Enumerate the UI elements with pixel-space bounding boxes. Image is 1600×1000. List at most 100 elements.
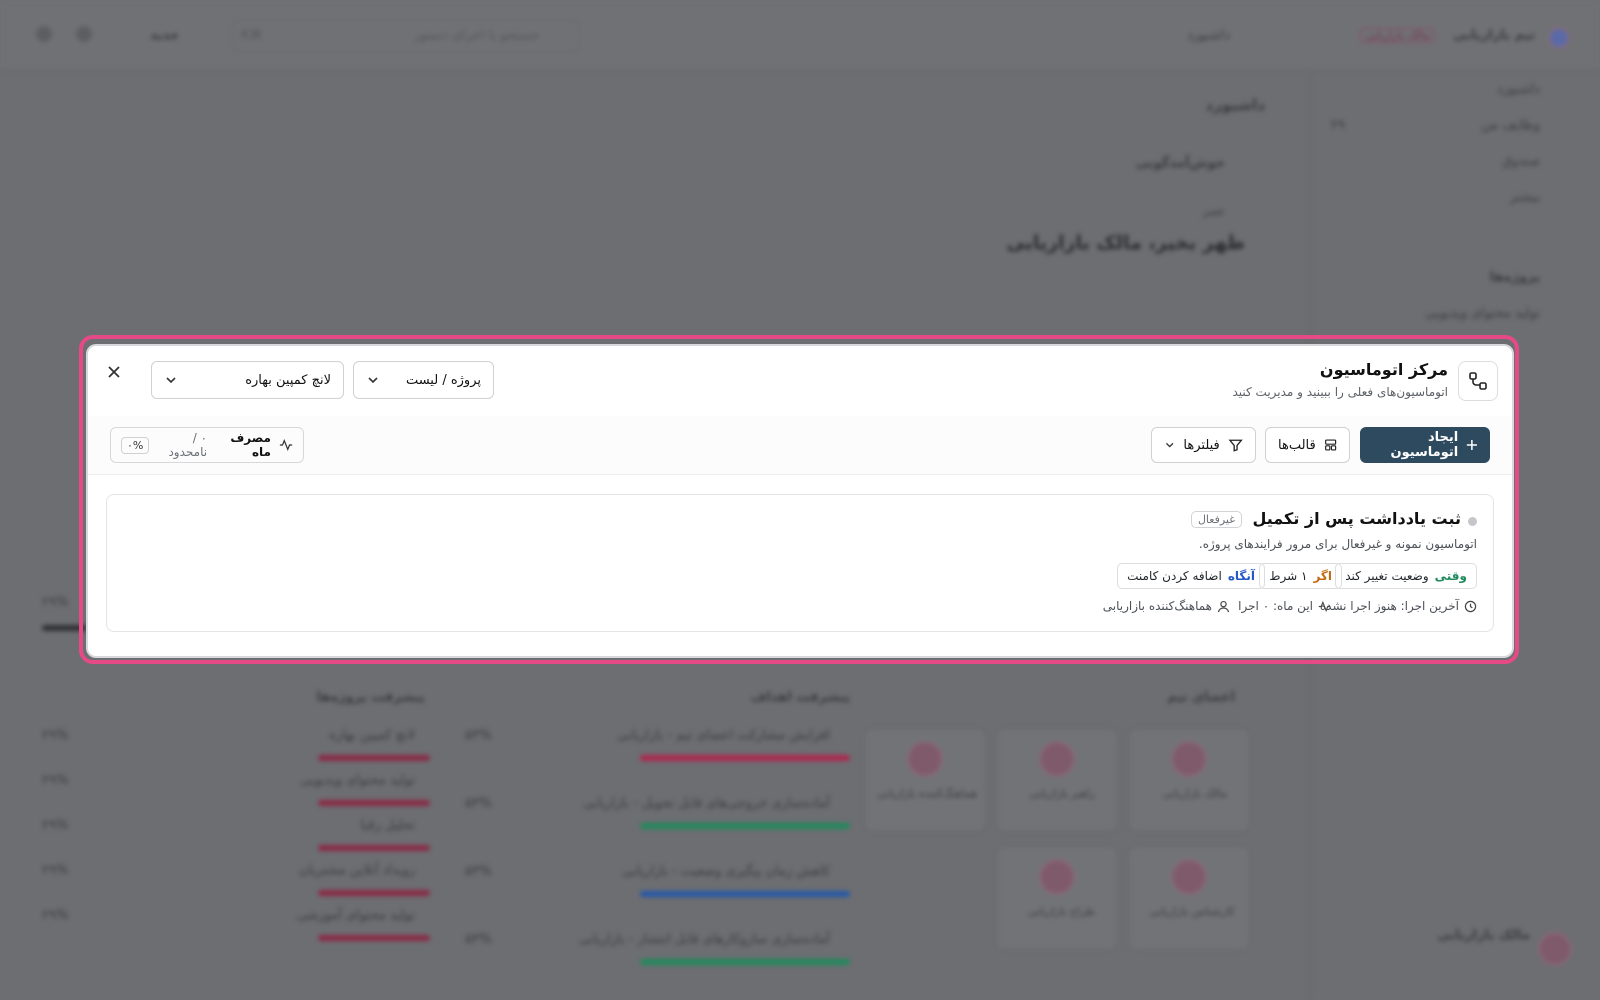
user-avatar[interactable] xyxy=(1538,932,1572,966)
member-card[interactable]: راهبر بازاریابی xyxy=(996,728,1118,832)
member-avatar xyxy=(1171,741,1207,777)
condition-chip: اگر ۱ شرط xyxy=(1259,563,1342,589)
close-button[interactable] xyxy=(102,360,126,384)
goal-percent: ۵۳% xyxy=(465,932,492,947)
templates-label: قالب‌ها xyxy=(1278,437,1316,453)
dashboard-switch[interactable]: داشبورد xyxy=(1187,28,1230,43)
project-progress-bar xyxy=(318,800,430,806)
month-runs-text: این ماه: ۰ اجرا xyxy=(1238,599,1313,613)
projects-progress-title: پیشرفت پروژه‌ها xyxy=(316,690,425,705)
top-bar: تیم بازاریابی مالک بازاریابی داشبورد جست… xyxy=(0,0,1600,71)
history-icon xyxy=(1464,600,1477,612)
activity-icon xyxy=(1318,600,1331,612)
status-badge: غیرفعال xyxy=(1190,511,1242,528)
sidebar-item-dashboard[interactable]: داشبورد xyxy=(1497,82,1540,97)
activity-icon xyxy=(279,438,293,452)
modal-header: مرکز اتوماسیون اتوماسیون‌های فعلی را ببی… xyxy=(88,346,1512,417)
member-card[interactable]: هماهنگ‌کننده بازاریابی xyxy=(864,728,986,832)
welcome-label: خوش‌آمدگویی xyxy=(1135,156,1225,171)
user-icon xyxy=(1217,600,1230,612)
owner-name: هماهنگ‌کننده بازاریابی xyxy=(1102,599,1212,613)
sidebar-item-more[interactable]: بیشتر xyxy=(1510,190,1540,205)
if-value: ۱ شرط xyxy=(1269,569,1308,583)
goal-percent: ۵۳% xyxy=(465,728,492,743)
goal-label: کاهش زمان پیگیری وضعیت - بازاریابی xyxy=(622,864,830,879)
chevron-down-icon xyxy=(368,377,378,384)
project-label: تولید محتوای ویدیویی xyxy=(300,773,415,788)
create-automation-button[interactable]: ایجاد اتوماسیون xyxy=(1360,427,1490,463)
project-label: تحلیل رقبا xyxy=(360,818,415,833)
goal-progress-bar xyxy=(640,959,850,965)
automation-description: اتوماسیون نمونه و غیرفعال برای مرور فرای… xyxy=(1198,537,1477,551)
project-label: رویداد آنلاین مشتریان xyxy=(299,863,415,878)
bg-left-pct: ۲۹% xyxy=(42,595,69,610)
usage-label: مصرف ماه xyxy=(230,431,271,459)
status-dot xyxy=(1468,517,1477,526)
member-avatar xyxy=(1039,859,1075,895)
member-avatar xyxy=(907,741,943,777)
project-label: تولید محتوای آموزشی xyxy=(296,908,415,923)
automation-card[interactable]: ثبت یادداشت پس از تکمیل غیرفعال اتوماسیو… xyxy=(106,494,1494,632)
plus-icon xyxy=(1467,439,1478,451)
member-name: هماهنگ‌کننده بازاریابی xyxy=(876,787,977,800)
sidebar-item-inbox[interactable]: صندوق xyxy=(1502,154,1540,169)
project-list-value: پروژه / لیست xyxy=(405,372,481,388)
app-name: تیم بازاریابی xyxy=(1453,28,1535,43)
project-progress-bar xyxy=(318,845,430,851)
project-percent: ۲۹% xyxy=(42,728,69,743)
project-list-select[interactable]: پروژه / لیست xyxy=(353,361,494,399)
search-input[interactable]: جستجو یا اجرای دستور ⌘K xyxy=(232,20,580,52)
if-key: اگر xyxy=(1313,569,1332,583)
close-icon xyxy=(108,366,120,378)
automation-title: ثبت یادداشت پس از تکمیل xyxy=(1252,509,1461,528)
member-avatar xyxy=(1171,859,1207,895)
member-card[interactable]: طراح بازاریابی xyxy=(996,846,1118,950)
member-name: طراح بازاریابی xyxy=(1027,905,1095,918)
member-name: کارشناس بازاریابی xyxy=(1149,905,1235,918)
settings-icon[interactable] xyxy=(36,26,52,42)
member-name: راهبر بازاریابی xyxy=(1029,787,1095,800)
project-percent: ۲۹% xyxy=(42,818,69,833)
usage-percent-badge: ۰% xyxy=(121,436,150,454)
project-percent: ۲۹% xyxy=(42,863,69,878)
new-button[interactable]: جدید xyxy=(150,28,179,43)
modal-title: مرکز اتوماسیون xyxy=(1319,360,1448,379)
project-progress-bar xyxy=(318,755,430,761)
member-avatar xyxy=(1039,741,1075,777)
project-percent: ۲۹% xyxy=(42,773,69,788)
trigger-chip: وقتی وضعیت تغییر کند xyxy=(1335,563,1477,589)
filters-button[interactable]: فیلترها xyxy=(1151,427,1256,463)
sidebar-item-projects[interactable]: پروژه‌ها xyxy=(1490,270,1540,285)
month-runs: این ماه: ۰ اجرا xyxy=(1238,599,1331,613)
project-percent: ۲۹% xyxy=(42,908,69,923)
page-title: داشبورد xyxy=(1205,96,1265,114)
templates-button[interactable]: قالب‌ها xyxy=(1265,427,1350,463)
goals-progress-title: پیشرفت اهداف xyxy=(751,690,850,705)
sidebar-user-name: مالک بازاریابی xyxy=(1437,928,1530,943)
greeting-small: عصر xyxy=(1202,205,1225,218)
usage-value: ۰ / نامحدود xyxy=(168,431,208,459)
workflow-icon xyxy=(1458,361,1498,401)
filter-icon xyxy=(1228,439,1243,452)
sidebar-count: ۲۹ xyxy=(1331,118,1345,133)
last-run: آخرین اجرا: هنوز اجرا نشده xyxy=(1320,599,1477,613)
sidebar-item-video[interactable]: تولید محتوای ویدیویی xyxy=(1425,306,1540,321)
modal-toolbar: ایجاد اتوماسیون قالب‌ها فیلترها مصرف ماه… xyxy=(88,416,1512,475)
owner: هماهنگ‌کننده بازاریابی xyxy=(1103,599,1230,613)
project-label: لانچ کمپین بهاره xyxy=(329,728,415,743)
monthly-usage: مصرف ماه ۰ / نامحدود ۰% xyxy=(110,427,304,463)
member-card[interactable]: مالک بازاریابی xyxy=(1128,728,1250,832)
goal-progress-bar xyxy=(640,755,850,761)
greeting: ظهر بخیر، مالک بازاریابی xyxy=(1006,232,1246,254)
member-card[interactable]: کارشناس بازاریابی xyxy=(1128,846,1250,950)
goal-label: آماده‌سازی خروجی‌های قابل تحویل - بازاری… xyxy=(583,796,830,811)
project-progress-bar xyxy=(318,890,430,896)
bell-icon[interactable] xyxy=(76,26,92,42)
role-badge: مالک بازاریابی xyxy=(1360,28,1435,43)
when-key: وقتی xyxy=(1434,569,1467,583)
automation-center-modal: مرکز اتوماسیون اتوماسیون‌های فعلی را ببی… xyxy=(88,346,1512,656)
project-progress-bar xyxy=(318,935,430,941)
action-chip: آنگاه اضافه کردن کامنت xyxy=(1117,563,1265,589)
campaign-select[interactable]: لانچ کمپین بهاره xyxy=(151,361,344,399)
sidebar-item-my-tasks[interactable]: وظایف من xyxy=(1481,118,1540,133)
